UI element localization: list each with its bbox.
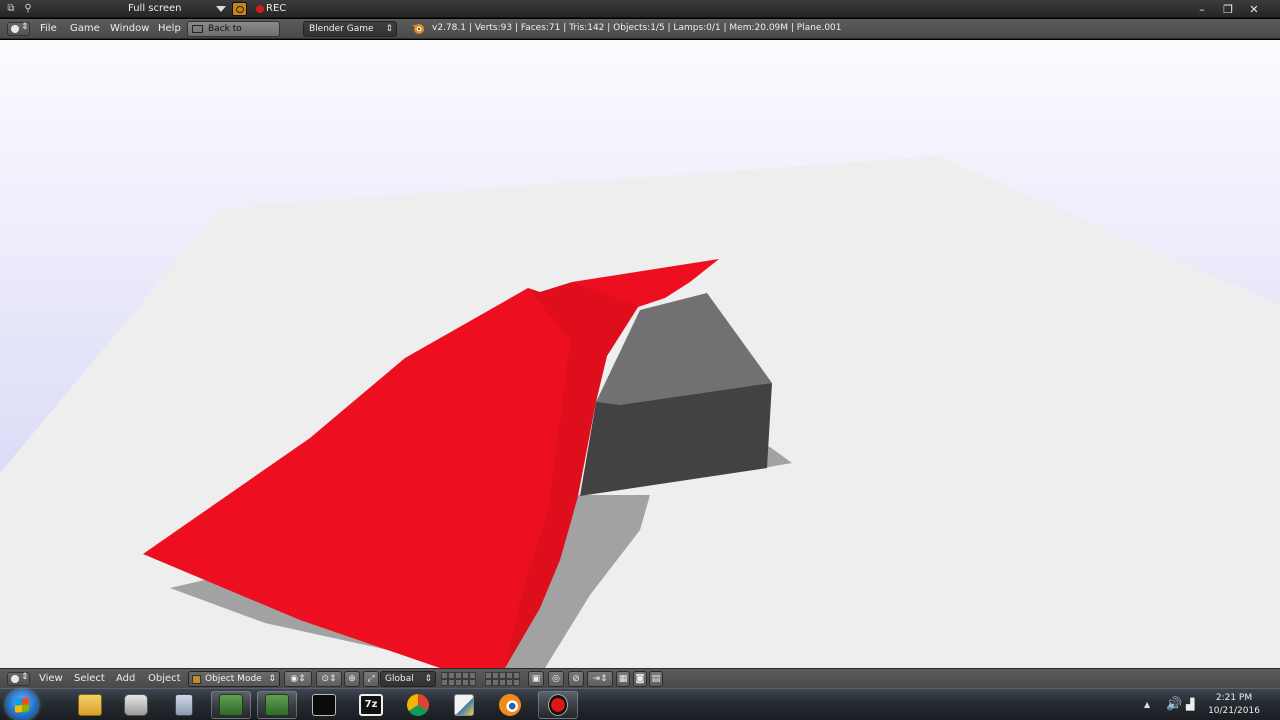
calculator-icon[interactable] (164, 691, 204, 719)
object-mode-icon (192, 675, 201, 684)
snap-element-button[interactable]: ⇥⇕ (587, 671, 613, 687)
recorder-toolbar: ⧉ ⚲ Full screen REC – ❐ ✕ (0, 0, 1280, 18)
clock-time: 2:21 PM (1215, 693, 1253, 703)
camera-app-icon[interactable] (116, 691, 156, 719)
menu-file[interactable]: File (40, 23, 57, 34)
interaction-mode-value: Object Mode (205, 674, 262, 684)
snap-toggle-button[interactable]: ⊘ (568, 671, 584, 687)
interaction-mode-select[interactable]: Object Mode ⇕ (188, 671, 280, 687)
transform-orientation-select[interactable]: Global ⇕ (380, 671, 436, 687)
layers-grid-2[interactable] (485, 672, 520, 686)
recorder-icon[interactable] (538, 691, 578, 719)
record-dot-icon[interactable] (256, 5, 264, 13)
menu-window[interactable]: Window (110, 23, 149, 34)
7zip-icon[interactable]: 7z (351, 691, 391, 719)
editor-type-selector[interactable] (7, 22, 30, 36)
dropdown-caret-icon[interactable] (216, 6, 226, 12)
blender-icon[interactable] (490, 691, 530, 719)
close-icon[interactable]: ✕ (1248, 3, 1260, 16)
maximize-icon[interactable]: ❐ (1222, 3, 1234, 16)
menu-view[interactable]: View (39, 673, 63, 684)
manipulator-toggle-button[interactable]: ⊕ (344, 671, 360, 687)
window-icon[interactable]: ⧉ (5, 3, 17, 15)
explorer-icon[interactable] (70, 691, 110, 719)
menu-add[interactable]: Add (116, 673, 135, 684)
window-controls: – ❐ ✕ (1196, 0, 1260, 18)
menu-game[interactable]: Game (70, 23, 100, 34)
editor-type-selector-3d[interactable] (7, 672, 30, 686)
pivot-point-button[interactable]: ⊙⇕ (316, 671, 342, 687)
info-header: File Game Window Help Back to Previous B… (0, 19, 1280, 48)
remote-desktop-icon[interactable] (211, 691, 251, 719)
render-engine-select[interactable]: Blender Game ⇕ (303, 21, 397, 37)
capture-mode-label[interactable]: Full screen (128, 3, 182, 14)
network-icon[interactable]: ▟ (1186, 698, 1194, 711)
show-hidden-icons-icon[interactable]: ▲ (1144, 700, 1150, 709)
camera-icon[interactable] (232, 2, 247, 16)
minimize-icon[interactable]: – (1196, 3, 1208, 16)
terminal-icon[interactable] (304, 691, 344, 719)
layers-grid-1[interactable] (441, 672, 476, 686)
render-engine-value: Blender Game (309, 24, 374, 34)
transform-manipulator-button[interactable]: ⤢ (363, 671, 379, 687)
record-button[interactable]: REC (266, 3, 286, 14)
select-arrows-icon: ⇕ (424, 674, 432, 684)
clock-date: 10/21/2016 (1208, 706, 1260, 716)
python-icon[interactable] (444, 691, 484, 719)
start-button[interactable] (6, 690, 38, 720)
opengl-anim-button[interactable]: ▤ (649, 671, 663, 687)
blender-logo-icon (412, 24, 424, 34)
clock[interactable]: 2:21 PM 10/21/2016 (1202, 692, 1266, 718)
select-arrows-icon: ⇕ (268, 674, 276, 684)
render-preview-button[interactable]: ▦ (616, 671, 630, 687)
view3d-header: View Select Add Object Object Mode ⇕ ◉⇕ … (0, 668, 1280, 688)
proportional-edit-button[interactable]: ◎ (548, 671, 564, 687)
menu-select[interactable]: Select (74, 673, 105, 684)
game-viewport[interactable] (0, 40, 1280, 668)
volume-icon[interactable]: 🔊 (1166, 697, 1182, 712)
zoom-icon[interactable]: ⚲ (22, 3, 34, 15)
select-arrows-icon: ⇕ (385, 24, 393, 34)
scene-render (0, 156, 1280, 668)
transform-orientation-value: Global (385, 674, 414, 684)
screen-icon (192, 25, 203, 33)
chrome-icon[interactable] (398, 691, 438, 719)
windows-taskbar: 7z ▲ 🔊 ▟ 2:21 PM 10/21/2016 (0, 688, 1280, 720)
menu-object[interactable]: Object (148, 673, 181, 684)
opengl-render-button[interactable]: ◙ (633, 671, 647, 687)
menu-help[interactable]: Help (158, 23, 181, 34)
scene-stats: v2.78.1 | Verts:93 | Faces:71 | Tris:142… (432, 23, 842, 33)
remote-desktop-2-icon[interactable] (257, 691, 297, 719)
back-to-previous-button[interactable]: Back to Previous (187, 21, 280, 48)
lock-layers-button[interactable]: ▣ (528, 671, 544, 687)
viewport-shading-button[interactable]: ◉⇕ (284, 671, 312, 687)
